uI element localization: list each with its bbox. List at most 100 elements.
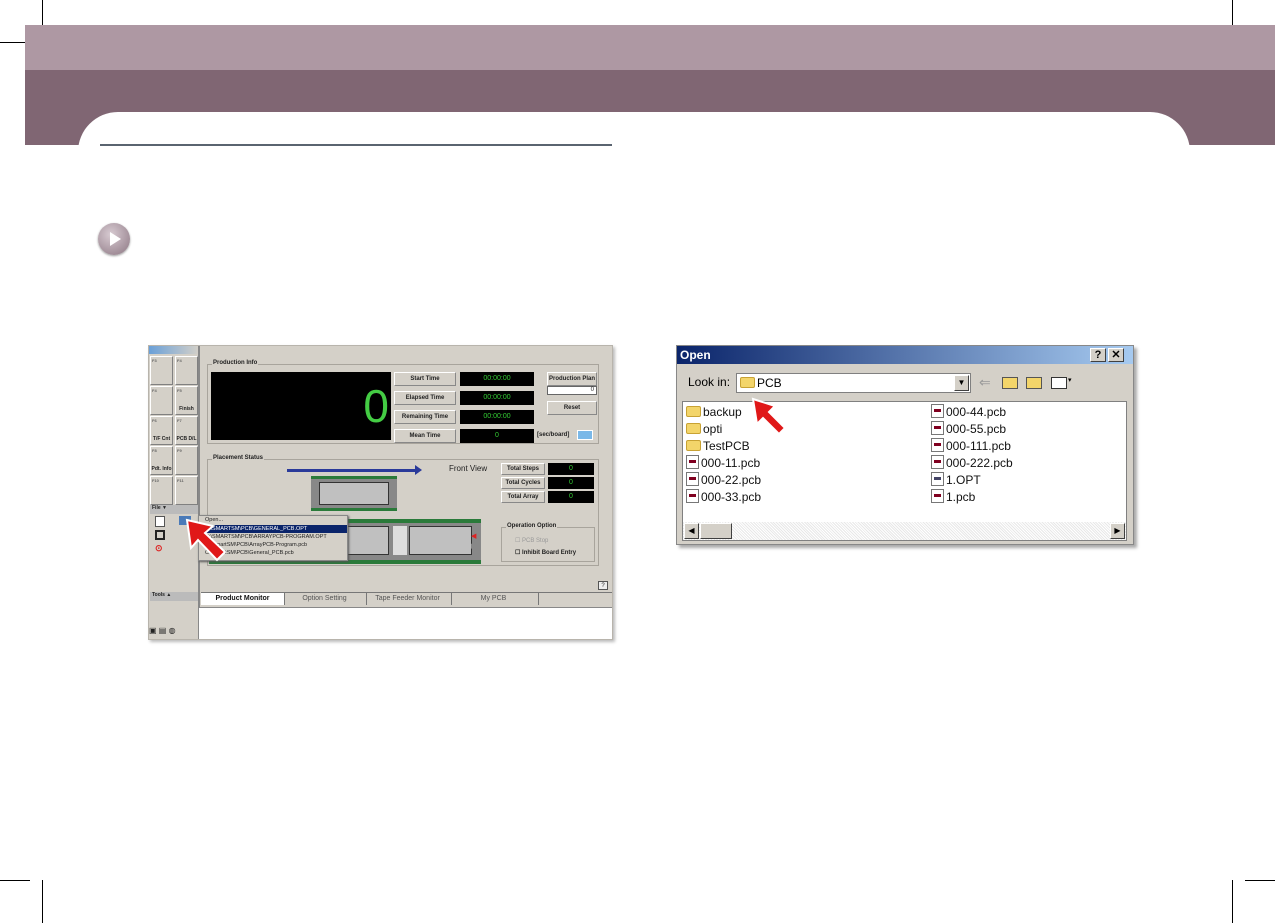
back-icon[interactable]: ⇐ [979, 374, 991, 391]
folder-icon [686, 440, 701, 451]
logo-strip [149, 346, 199, 354]
file-list-item[interactable]: 000-111.pcb [931, 438, 1011, 455]
pointer-arrow-icon [751, 397, 787, 436]
function-key-button[interactable]: F7 PCB D/L [175, 416, 198, 445]
refresh-icon[interactable] [577, 430, 593, 440]
total-value: 0 [548, 491, 594, 503]
chevron-down-icon[interactable]: ▾ [1068, 376, 1072, 384]
total-label: Total Steps [501, 463, 545, 475]
chevron-down-icon[interactable]: ▼ [954, 375, 969, 391]
scroll-thumb[interactable] [700, 523, 732, 539]
file-list-item[interactable]: 000-44.pcb [931, 404, 1006, 421]
pcb-stop-checkbox[interactable]: ☐ PCB Stop [515, 537, 548, 544]
file-list-item[interactable]: 1.OPT [931, 472, 981, 489]
crop-mark [1232, 880, 1233, 923]
look-in-label: Look in: [688, 375, 731, 389]
reset-button[interactable]: Reset [547, 401, 597, 415]
folder-icon [686, 406, 701, 417]
production-plan-input[interactable]: 0 [547, 386, 597, 395]
crop-mark [42, 880, 43, 923]
tab-tape-feeder-monitor[interactable]: Tape Feeder Monitor [364, 593, 452, 605]
new-folder-icon[interactable] [1026, 377, 1042, 389]
view-menu-icon[interactable] [1051, 377, 1067, 389]
folder-icon [740, 377, 755, 388]
tool-icons[interactable]: ▣ ▤ ◍ [149, 626, 197, 638]
function-key-button[interactable]: F5 Finish [175, 386, 198, 415]
section-rule [100, 144, 612, 146]
flow-arrow [287, 469, 417, 472]
message-area [199, 607, 612, 639]
function-key-button[interactable]: F8 Pdt. Info [150, 446, 173, 475]
time-value: 0 [460, 429, 534, 443]
function-key-button[interactable]: F4 [175, 356, 198, 385]
total-value: 0 [548, 463, 594, 475]
pcb-out-indicator: ▶ [471, 543, 477, 550]
new-file-icon[interactable] [155, 516, 165, 527]
file-list-item[interactable]: 000-22.pcb [686, 472, 761, 489]
front-view-label: Front View [449, 464, 488, 473]
app-screenshot: F3 F4 F4 F5 Finish F6 T/F Cnt F7 PCB D/L F8 Pdt. I… [148, 345, 613, 640]
total-label: Total Cycles [501, 477, 545, 489]
file-list-item[interactable]: opti [686, 421, 722, 438]
tab-my-pcb[interactable]: My PCB [449, 593, 539, 605]
opt-file-icon [931, 472, 944, 486]
save-icon[interactable] [155, 530, 165, 540]
pcb-file-icon [931, 421, 944, 435]
look-in-select[interactable]: PCB ▼ [736, 373, 971, 393]
file-list-item[interactable]: TestPCB [686, 438, 750, 455]
head-graphic [311, 476, 397, 511]
file-list-item[interactable]: 000-11.pcb [686, 455, 760, 472]
play-circle-icon [98, 223, 130, 255]
horizontal-scrollbar[interactable]: ◀ ▶ [683, 522, 1126, 540]
up-folder-icon[interactable] [1002, 377, 1018, 389]
pcb-file-icon [686, 455, 699, 469]
file-list-item[interactable]: 1.pcb [931, 489, 975, 506]
tools-panel-header[interactable]: Tools ▲ [150, 592, 198, 601]
inhibit-board-entry-checkbox[interactable]: ☐ Inhibit Board Entry [515, 549, 576, 556]
pcb-file-icon [686, 489, 699, 503]
function-key-button[interactable]: F6 T/F Cnt [150, 416, 173, 445]
close-button[interactable]: ✕ [1108, 348, 1124, 362]
pcb-in-indicator: ◀ [471, 533, 477, 540]
time-label: Start Time [394, 372, 456, 386]
tab-option-setting[interactable]: Option Setting [283, 593, 367, 605]
time-value: 00:00:00 [460, 372, 534, 386]
help-button[interactable]: ? [598, 581, 608, 590]
scroll-left-button[interactable]: ◀ [684, 523, 699, 539]
scroll-right-button[interactable]: ▶ [1110, 523, 1125, 539]
content-panel [78, 112, 1190, 172]
tab-product-monitor[interactable]: Product Monitor [201, 593, 285, 605]
file-list-item[interactable]: backup [686, 404, 742, 421]
function-key-button[interactable]: F9 [175, 446, 198, 475]
time-label: Mean Time [394, 429, 456, 443]
function-key-button[interactable]: F11 [175, 476, 198, 505]
pcb-file-icon [931, 489, 944, 503]
function-key-button[interactable]: F4 [150, 386, 173, 415]
function-key-button[interactable]: F10 [150, 476, 173, 505]
total-value: 0 [548, 477, 594, 489]
stop-icon[interactable]: ⊙ [155, 543, 165, 553]
help-button[interactable]: ? [1090, 348, 1106, 362]
file-list-item[interactable]: 000-33.pcb [686, 489, 761, 506]
file-panel-header[interactable]: File ▼ [150, 505, 198, 514]
time-unit: [sec/board] [537, 432, 570, 438]
time-label: Remaining Time [394, 410, 456, 424]
sidebar-divider [198, 346, 200, 639]
folder-icon [686, 423, 701, 434]
time-value: 00:00:00 [460, 410, 534, 424]
pcb-file-icon [931, 455, 944, 469]
pointer-arrow-icon [185, 518, 227, 562]
header-band-light [25, 25, 1275, 70]
time-value: 00:00:00 [460, 391, 534, 405]
pcb-file-icon [931, 404, 944, 418]
pcb-file-icon [686, 472, 699, 486]
arrow-head-icon [415, 465, 422, 475]
crop-mark [1245, 880, 1275, 881]
file-list-item[interactable]: 000-55.pcb [931, 421, 1006, 438]
production-plan-label: Production Plan [547, 372, 597, 386]
pcb-file-icon [931, 438, 944, 452]
operation-option-group: Operation Option [501, 523, 595, 562]
crop-mark [0, 880, 30, 881]
file-list-item[interactable]: 000-222.pcb [931, 455, 1013, 472]
function-key-button[interactable]: F3 [150, 356, 173, 385]
